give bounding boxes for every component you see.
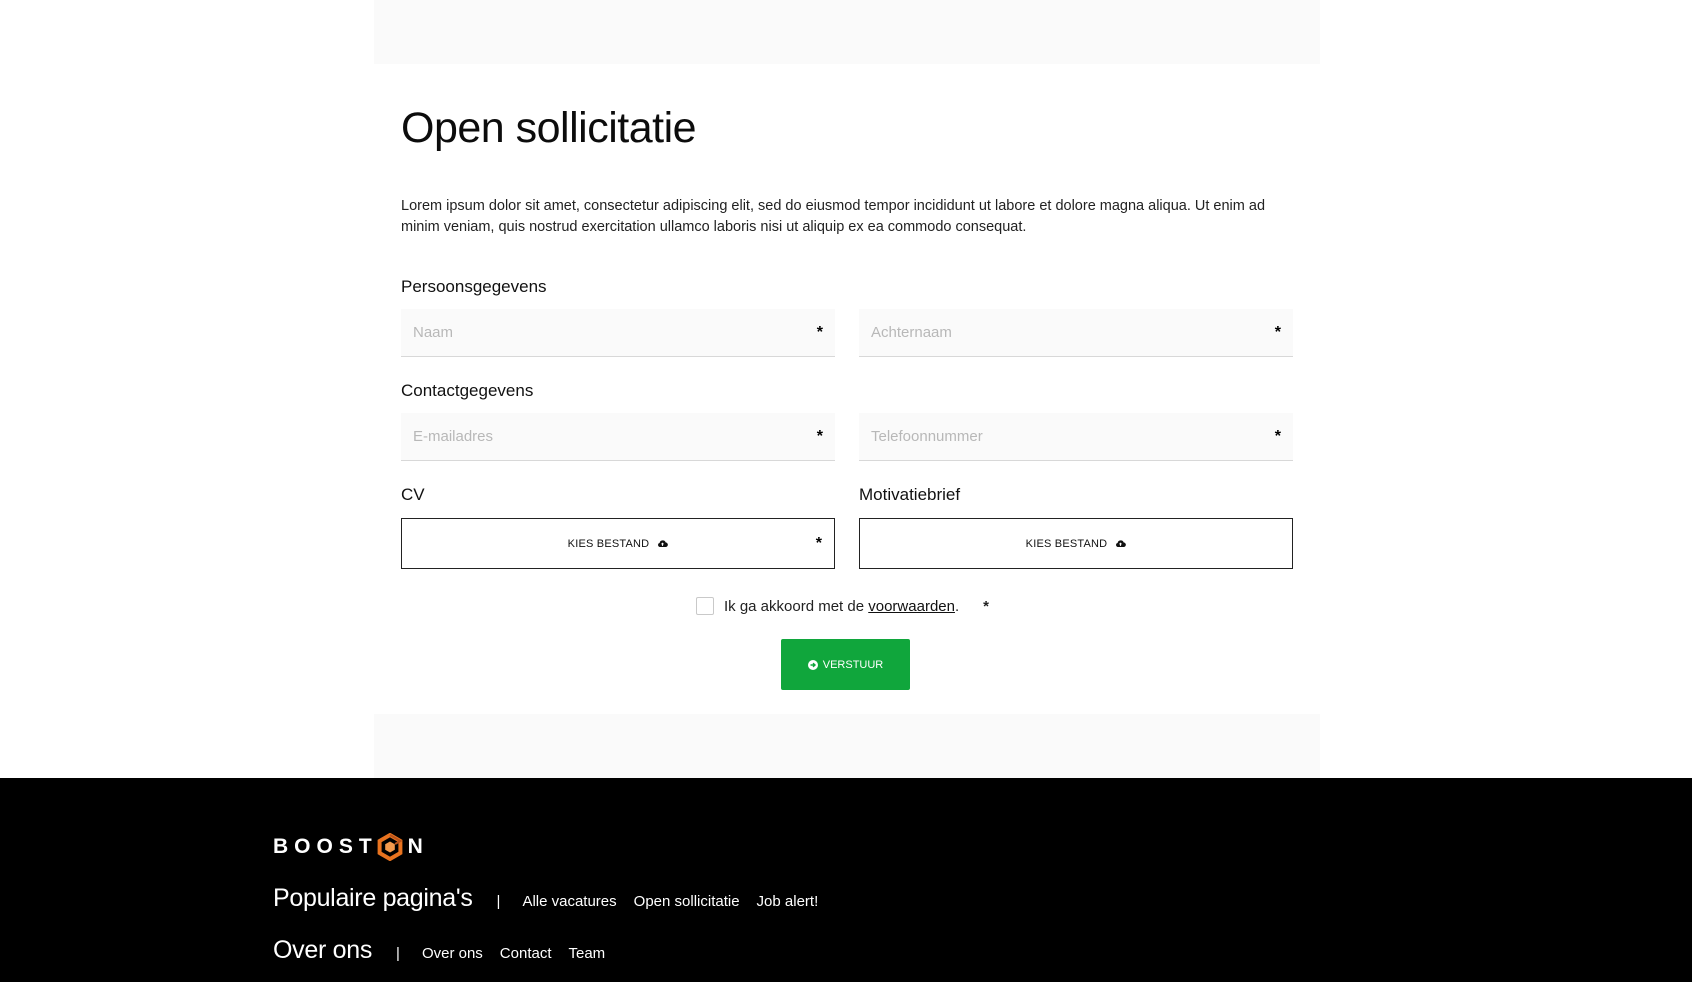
cv-upload-label: KIES BESTAND (567, 537, 650, 550)
required-marker: * (983, 597, 989, 615)
cloud-upload-icon (658, 540, 669, 547)
terms-prefix: Ik ga akkoord met de (724, 597, 865, 615)
terms-checkbox[interactable] (696, 597, 714, 615)
boostin-logo[interactable]: BOOST N (273, 833, 429, 861)
cv-upload-button[interactable]: KIES BESTAND * (401, 518, 835, 569)
motivation-letter-upload-label: KIES BESTAND (1025, 537, 1108, 550)
first-name-field[interactable]: * (401, 309, 835, 357)
footer-link-open-application[interactable]: Open sollicitatie (634, 893, 740, 910)
contact-details-label: Contactgegevens (401, 381, 534, 400)
application-form-card: Open sollicitatie Lorem ipsum dolor sit … (374, 64, 1320, 714)
footer-link-team[interactable]: Team (569, 945, 606, 962)
phone-input[interactable] (859, 413, 1263, 459)
site-footer (0, 778, 1692, 982)
logo-text-left: BOOST (273, 835, 378, 858)
cv-label: CV (401, 485, 425, 504)
email-field[interactable]: * (401, 413, 835, 461)
motivation-letter-upload-button[interactable]: KIES BESTAND (859, 518, 1293, 569)
required-marker: * (1274, 427, 1281, 445)
footer-separator: | (396, 945, 400, 962)
submit-label: VERSTUUR (822, 658, 884, 671)
logo-text-right: N (407, 835, 429, 858)
footer-link-job-alert[interactable]: Job alert! (757, 893, 819, 910)
footer-separator: | (496, 893, 501, 910)
last-name-input[interactable] (859, 309, 1263, 355)
required-marker: * (816, 323, 823, 341)
terms-agreement-row: Ik ga akkoord met de voorwaarden. * (696, 594, 989, 618)
footer-link-all-vacancies[interactable]: Alle vacatures (522, 893, 616, 910)
phone-field[interactable]: * (859, 413, 1293, 461)
footer-heading-about: Over ons (273, 936, 373, 964)
footer-about-row: Over ons | Over ons Contact Team (273, 936, 622, 965)
terms-link[interactable]: voorwaarden (868, 598, 955, 615)
footer-popular-pages-row: Populaire pagina's | Alle vacatures Open… (273, 884, 835, 913)
submit-button[interactable]: VERSTUUR (781, 639, 910, 690)
page-title: Open sollicitatie (401, 104, 697, 152)
personal-details-label: Persoonsgegevens (401, 277, 547, 296)
last-name-field[interactable]: * (859, 309, 1293, 357)
intro-text: Lorem ipsum dolor sit amet, consectetur … (401, 198, 1266, 235)
terms-suffix: . (954, 597, 960, 615)
required-marker: * (816, 427, 823, 445)
footer-link-contact[interactable]: Contact (500, 945, 552, 962)
required-marker: * (815, 534, 822, 552)
footer-heading-popular: Populaire pagina's (273, 884, 473, 912)
terms-text: Ik ga akkoord met de voorwaarden. (724, 598, 959, 615)
footer-link-about-us[interactable]: Over ons (422, 945, 483, 962)
required-marker: * (1274, 323, 1281, 341)
email-input[interactable] (401, 413, 805, 459)
cloud-upload-icon (1116, 540, 1127, 547)
hexagon-logo-icon (377, 833, 403, 861)
first-name-input[interactable] (401, 309, 805, 355)
motivation-letter-label: Motivatiebrief (859, 485, 961, 504)
arrow-circle-icon (807, 659, 818, 670)
